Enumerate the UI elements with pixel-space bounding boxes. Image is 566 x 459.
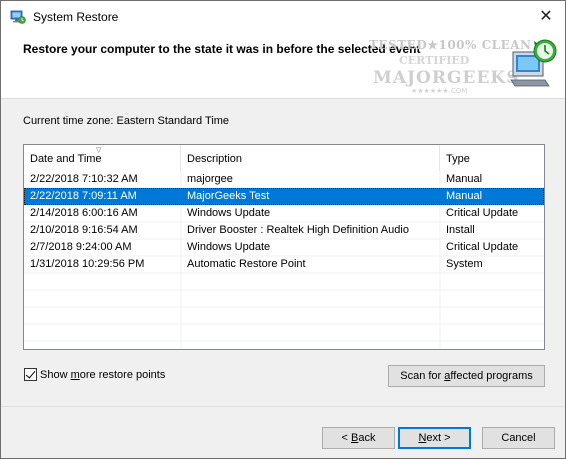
restore-point-row[interactable]: 2/10/2018 9:16:54 AM Driver Booster : Re… xyxy=(24,222,544,239)
restore-point-row[interactable]: 1/31/2018 10:29:56 PM Automatic Restore … xyxy=(24,256,544,273)
column-header-description[interactable]: Description xyxy=(181,145,440,171)
scan-affected-programs-button[interactable]: Scan for affected programs xyxy=(388,365,545,387)
row-type: Install xyxy=(446,224,475,236)
restore-computer-icon xyxy=(510,39,557,87)
close-button[interactable]: ✕ xyxy=(533,5,559,27)
title-bar: System Restore ✕ xyxy=(1,1,565,32)
list-header: ▽ Date and Time Description Type xyxy=(24,145,544,171)
back-button[interactable]: < Back xyxy=(322,427,395,449)
show-more-label: Show more restore points xyxy=(40,368,166,381)
row-date: 2/22/2018 7:10:32 AM xyxy=(30,173,138,185)
close-icon: ✕ xyxy=(539,8,553,25)
restore-points-list[interactable]: ▽ Date and Time Description Type 2/22/20… xyxy=(23,144,545,350)
watermark-line-3: MAJORGEEKS xyxy=(373,68,520,88)
footer-separator xyxy=(1,406,565,407)
cancel-button-label: Cancel xyxy=(501,432,536,444)
restore-point-row[interactable]: 2/22/2018 7:10:32 AM majorgee Manual xyxy=(24,171,544,188)
row-description: Windows Update xyxy=(187,207,271,219)
row-type: System xyxy=(446,258,483,270)
row-date: 2/22/2018 7:09:11 AM xyxy=(30,190,137,202)
row-type: Manual xyxy=(446,190,483,202)
column-header-date[interactable]: ▽ Date and Time xyxy=(24,145,181,171)
column-header-date-label: Date and Time xyxy=(30,153,102,165)
watermark-line-4: ★★★★★★.COM xyxy=(411,87,468,95)
back-button-label: < Back xyxy=(341,432,376,444)
checkbox-checked-icon[interactable] xyxy=(24,368,37,381)
show-more-restore-points-checkbox[interactable]: Show more restore points xyxy=(24,368,165,381)
next-button-label: Next > xyxy=(418,432,451,444)
sort-descending-icon: ▽ xyxy=(96,147,102,154)
system-restore-icon xyxy=(10,10,26,24)
header-band: Restore your computer to the state it wa… xyxy=(1,32,565,99)
majorgeeks-watermark: TESTED★100% CLEAN CERTIFIED MAJORGEEKS ★… xyxy=(361,32,531,98)
column-header-type[interactable]: Type xyxy=(440,145,544,171)
row-type: Manual xyxy=(446,173,483,185)
restore-point-row[interactable]: 2/7/2018 9:24:00 AM Windows Update Criti… xyxy=(24,239,544,256)
system-restore-window: System Restore ✕ Restore your computer t… xyxy=(0,0,566,459)
row-description: majorgee xyxy=(187,173,233,185)
row-type: Critical Update xyxy=(446,241,519,253)
watermark-line-1: TESTED★100% CLEAN xyxy=(369,38,532,52)
watermark-line-2: CERTIFIED xyxy=(399,54,470,67)
next-button[interactable]: Next > xyxy=(398,427,471,449)
list-rows: 2/22/2018 7:10:32 AM majorgee Manual 2/2… xyxy=(24,171,544,273)
column-header-description-label: Description xyxy=(187,153,243,165)
row-date: 2/7/2018 9:24:00 AM xyxy=(30,241,132,253)
row-description: Driver Booster : Realtek High Definition… xyxy=(187,224,409,236)
row-date: 2/10/2018 9:16:54 AM xyxy=(30,224,138,236)
cancel-button[interactable]: Cancel xyxy=(482,427,555,449)
window-title: System Restore xyxy=(33,10,119,24)
row-description: Windows Update xyxy=(187,241,271,253)
row-description: MajorGeeks Test xyxy=(187,190,270,202)
scan-button-label: Scan for affected programs xyxy=(400,370,533,382)
row-date: 1/31/2018 10:29:56 PM xyxy=(30,258,145,270)
column-header-type-label: Type xyxy=(446,153,470,165)
row-date: 2/14/2018 6:00:16 AM xyxy=(30,207,138,219)
restore-point-row[interactable]: 2/14/2018 6:00:16 AM Windows Update Crit… xyxy=(24,205,544,222)
row-description: Automatic Restore Point xyxy=(187,258,306,270)
timezone-label: Current time zone: Eastern Standard Time xyxy=(23,115,230,127)
row-type: Critical Update xyxy=(446,207,519,219)
restore-point-row-selected[interactable]: 2/22/2018 7:09:11 AM MajorGeeks Test Man… xyxy=(24,188,544,205)
